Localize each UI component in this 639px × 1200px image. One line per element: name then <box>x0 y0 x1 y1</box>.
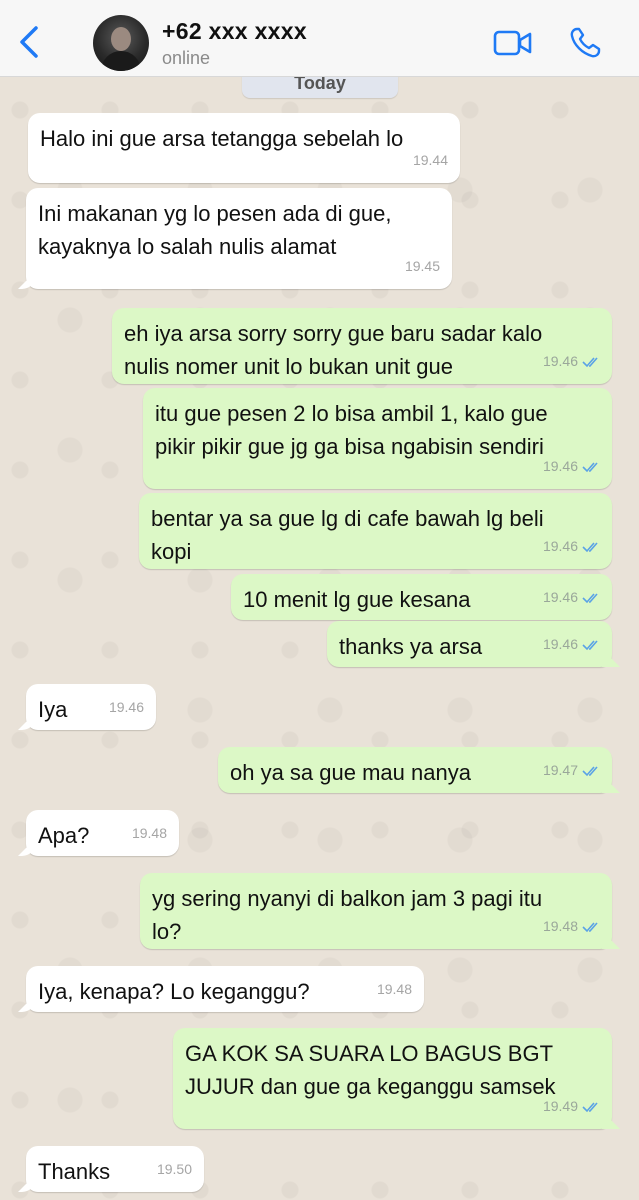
read-receipt-icon <box>582 461 598 472</box>
message-bubble[interactable]: 10 menit lg gue kesana 19.46 <box>231 574 612 620</box>
message-bubble[interactable]: Ini makanan yg lo pesen ada di gue, kaya… <box>26 188 452 289</box>
video-call-icon[interactable] <box>493 28 533 58</box>
message-text: Halo ini gue arsa tetangga sebelah lo <box>40 126 404 151</box>
message-time: 19.48 <box>131 825 167 841</box>
back-chevron-icon[interactable] <box>14 24 44 60</box>
contact-status: online <box>162 48 211 68</box>
message-text: itu gue pesen 2 lo bisa ambil 1, kalo gu… <box>155 401 548 459</box>
message-text: Ini makanan yg lo pesen ada di gue, kaya… <box>38 201 392 259</box>
message-bubble[interactable]: GA KOK SA SUARA LO BAGUS BGT JUJUR dan g… <box>173 1028 612 1129</box>
message-time: 19.46 <box>542 538 578 554</box>
message-time: 19.48 <box>542 918 578 934</box>
message-time: 19.46 <box>542 589 578 605</box>
message-time: 19.49 <box>542 1098 578 1114</box>
message-time: 19.47 <box>542 762 578 778</box>
message-bubble[interactable]: Iya 19.46 <box>26 684 156 730</box>
message-time: 19.46 <box>542 458 578 474</box>
message-text: eh iya arsa sorry sorry gue baru sadar k… <box>124 321 543 379</box>
chat-header: +62 xxx xxxx online <box>0 0 639 77</box>
message-time: 19.46 <box>542 636 578 652</box>
read-receipt-icon <box>582 765 598 776</box>
contact-name[interactable]: +62 xxx xxxx <box>162 18 307 45</box>
message-bubble[interactable]: Iya, kenapa? Lo keganggu? 19.48 <box>26 966 424 1012</box>
message-text: bentar ya sa gue lg di cafe bawah lg bel… <box>151 506 544 564</box>
message-time: 19.45 <box>404 258 440 274</box>
message-bubble[interactable]: itu gue pesen 2 lo bisa ambil 1, kalo gu… <box>143 388 612 489</box>
message-bubble[interactable]: Thanks 19.50 <box>26 1146 204 1192</box>
message-time: 19.46 <box>542 353 578 369</box>
message-time: 19.50 <box>156 1161 192 1177</box>
message-bubble[interactable]: thanks ya arsa 19.46 <box>327 621 612 667</box>
message-bubble[interactable]: yg sering nyanyi di balkon jam 3 pagi it… <box>140 873 612 949</box>
message-time: 19.44 <box>412 152 448 168</box>
read-receipt-icon <box>582 592 598 603</box>
read-receipt-icon <box>582 1101 598 1112</box>
message-bubble[interactable]: Apa? 19.48 <box>26 810 179 856</box>
avatar[interactable] <box>93 15 149 71</box>
message-text: GA KOK SA SUARA LO BAGUS BGT JUJUR dan g… <box>185 1041 556 1099</box>
message-bubble[interactable]: eh iya arsa sorry sorry gue baru sadar k… <box>112 308 612 384</box>
message-bubble[interactable]: bentar ya sa gue lg di cafe bawah lg bel… <box>139 493 612 569</box>
message-time: 19.48 <box>376 981 412 997</box>
phone-call-icon[interactable] <box>568 26 602 60</box>
message-bubble[interactable]: oh ya sa gue mau nanya 19.47 <box>218 747 612 793</box>
message-text: Iya, kenapa? Lo keganggu? <box>38 979 310 1004</box>
read-receipt-icon <box>582 356 598 367</box>
read-receipt-icon <box>582 639 598 650</box>
read-receipt-icon <box>582 921 598 932</box>
read-receipt-icon <box>582 541 598 552</box>
message-time: 19.46 <box>108 699 144 715</box>
message-text: yg sering nyanyi di balkon jam 3 pagi it… <box>152 886 543 944</box>
message-bubble[interactable]: Halo ini gue arsa tetangga sebelah lo 19… <box>28 113 460 183</box>
